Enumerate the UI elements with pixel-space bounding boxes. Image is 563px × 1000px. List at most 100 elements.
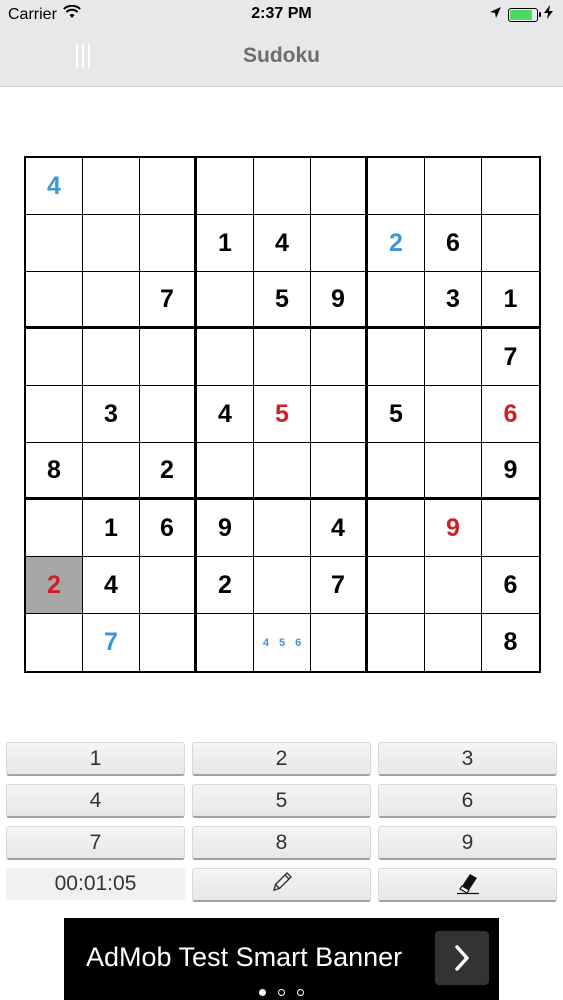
sudoku-cell-r4c2[interactable] <box>83 329 140 386</box>
sudoku-cell-r3c2[interactable] <box>83 272 140 329</box>
sudoku-cell-r9c3[interactable] <box>140 614 197 671</box>
status-right <box>489 5 553 24</box>
sudoku-cell-r1c6[interactable] <box>311 158 368 215</box>
digit-5-button[interactable]: 5 <box>192 784 371 818</box>
sudoku-cell-r2c1[interactable] <box>26 215 83 272</box>
sudoku-cell-r4c1[interactable] <box>26 329 83 386</box>
sudoku-cell-r8c7[interactable] <box>368 557 425 614</box>
sudoku-cell-r3c9[interactable]: 1 <box>482 272 539 329</box>
pencil-note: 4 <box>262 636 269 649</box>
number-keypad: 1 2 3 4 5 6 7 8 9 00:01:05 <box>6 742 557 910</box>
sudoku-cell-r3c1[interactable] <box>26 272 83 329</box>
digit-9-button[interactable]: 9 <box>378 826 557 860</box>
sudoku-cell-r6c6[interactable] <box>311 443 368 500</box>
sudoku-cell-r8c4[interactable]: 2 <box>197 557 254 614</box>
sudoku-cell-r8c2[interactable]: 4 <box>83 557 140 614</box>
sudoku-cell-r5c7[interactable]: 5 <box>368 386 425 443</box>
sudoku-cell-r6c7[interactable] <box>368 443 425 500</box>
sudoku-cell-r9c4[interactable] <box>197 614 254 671</box>
status-time: 2:37 PM <box>251 5 312 22</box>
sudoku-cell-r9c6[interactable] <box>311 614 368 671</box>
sudoku-cell-r8c8[interactable] <box>425 557 482 614</box>
sudoku-cell-r4c4[interactable] <box>197 329 254 386</box>
sudoku-cell-r6c5[interactable] <box>254 443 311 500</box>
sudoku-cell-r9c1[interactable] <box>26 614 83 671</box>
sudoku-cell-r5c8[interactable] <box>425 386 482 443</box>
sudoku-cell-r7c2[interactable]: 1 <box>83 500 140 557</box>
digit-3-button[interactable]: 3 <box>378 742 557 776</box>
digit-1-button[interactable]: 1 <box>6 742 185 776</box>
sudoku-cell-r4c5[interactable] <box>254 329 311 386</box>
sudoku-cell-r1c2[interactable] <box>83 158 140 215</box>
sudoku-cell-r4c8[interactable] <box>425 329 482 386</box>
sudoku-cell-r2c3[interactable] <box>140 215 197 272</box>
sudoku-cell-r1c4[interactable] <box>197 158 254 215</box>
sudoku-cell-r5c6[interactable] <box>311 386 368 443</box>
sudoku-cell-r7c6[interactable]: 4 <box>311 500 368 557</box>
sudoku-cell-r4c7[interactable] <box>368 329 425 386</box>
pencil-button[interactable] <box>192 868 371 902</box>
sudoku-cell-r9c7[interactable] <box>368 614 425 671</box>
sudoku-cell-r3c5[interactable]: 5 <box>254 272 311 329</box>
digit-2-button[interactable]: 2 <box>192 742 371 776</box>
sudoku-cell-r7c8[interactable]: 9 <box>425 500 482 557</box>
sudoku-cell-r6c2[interactable] <box>83 443 140 500</box>
sudoku-cell-r3c3[interactable]: 7 <box>140 272 197 329</box>
sudoku-cell-r6c1[interactable]: 8 <box>26 443 83 500</box>
sudoku-cell-r1c8[interactable] <box>425 158 482 215</box>
digit-6-button[interactable]: 6 <box>378 784 557 818</box>
sudoku-cell-r1c1[interactable]: 4 <box>26 158 83 215</box>
sudoku-cell-r5c3[interactable] <box>140 386 197 443</box>
digit-7-button[interactable]: 7 <box>6 826 185 860</box>
sudoku-cell-r7c3[interactable]: 6 <box>140 500 197 557</box>
sudoku-cell-r3c6[interactable]: 9 <box>311 272 368 329</box>
eraser-button[interactable] <box>378 868 557 902</box>
digit-8-button[interactable]: 8 <box>192 826 371 860</box>
sudoku-cell-r7c9[interactable] <box>482 500 539 557</box>
sudoku-cell-r2c2[interactable] <box>83 215 140 272</box>
sudoku-cell-r9c5[interactable]: 456 <box>254 614 311 671</box>
sudoku-cell-r7c4[interactable]: 9 <box>197 500 254 557</box>
sudoku-cell-r6c8[interactable] <box>425 443 482 500</box>
sudoku-cell-r5c5[interactable]: 5 <box>254 386 311 443</box>
chevron-right-icon[interactable] <box>435 931 489 985</box>
sudoku-cell-r2c5[interactable]: 4 <box>254 215 311 272</box>
sudoku-cell-r4c3[interactable] <box>140 329 197 386</box>
sudoku-cell-r8c3[interactable] <box>140 557 197 614</box>
sudoku-cell-r1c5[interactable] <box>254 158 311 215</box>
sudoku-cell-r8c6[interactable]: 7 <box>311 557 368 614</box>
sudoku-cell-r2c8[interactable]: 6 <box>425 215 482 272</box>
sudoku-cell-r5c1[interactable] <box>26 386 83 443</box>
sudoku-cell-r3c8[interactable]: 3 <box>425 272 482 329</box>
sudoku-cell-r4c9[interactable]: 7 <box>482 329 539 386</box>
sudoku-cell-r1c7[interactable] <box>368 158 425 215</box>
sudoku-cell-r2c7[interactable]: 2 <box>368 215 425 272</box>
sudoku-cell-r7c5[interactable] <box>254 500 311 557</box>
sudoku-cell-r6c4[interactable] <box>197 443 254 500</box>
sudoku-cell-r4c6[interactable] <box>311 329 368 386</box>
sudoku-cell-r1c3[interactable] <box>140 158 197 215</box>
sudoku-cell-r5c2[interactable]: 3 <box>83 386 140 443</box>
sudoku-cell-r3c4[interactable] <box>197 272 254 329</box>
sudoku-cell-r7c1[interactable] <box>26 500 83 557</box>
sudoku-cell-r5c9[interactable]: 6 <box>482 386 539 443</box>
sudoku-cell-r8c1[interactable]: 2 <box>26 557 83 614</box>
page-dot <box>297 989 304 996</box>
sudoku-cell-r9c2[interactable]: 7 <box>83 614 140 671</box>
sudoku-cell-r1c9[interactable] <box>482 158 539 215</box>
sudoku-cell-r5c4[interactable]: 4 <box>197 386 254 443</box>
sudoku-cell-r7c7[interactable] <box>368 500 425 557</box>
sudoku-cell-r2c6[interactable] <box>311 215 368 272</box>
sudoku-cell-r9c9[interactable]: 8 <box>482 614 539 671</box>
sudoku-cell-r8c5[interactable] <box>254 557 311 614</box>
sudoku-cell-r8c9[interactable]: 6 <box>482 557 539 614</box>
digit-4-button[interactable]: 4 <box>6 784 185 818</box>
sudoku-cell-r2c4[interactable]: 1 <box>197 215 254 272</box>
cell-pencil-notes: 456 <box>263 637 301 649</box>
sudoku-cell-r2c9[interactable] <box>482 215 539 272</box>
sudoku-cell-r6c3[interactable]: 2 <box>140 443 197 500</box>
ad-banner[interactable]: AdMob Test Smart Banner <box>64 918 499 1000</box>
sudoku-cell-r3c7[interactable] <box>368 272 425 329</box>
sudoku-cell-r9c8[interactable] <box>425 614 482 671</box>
sudoku-cell-r6c9[interactable]: 9 <box>482 443 539 500</box>
